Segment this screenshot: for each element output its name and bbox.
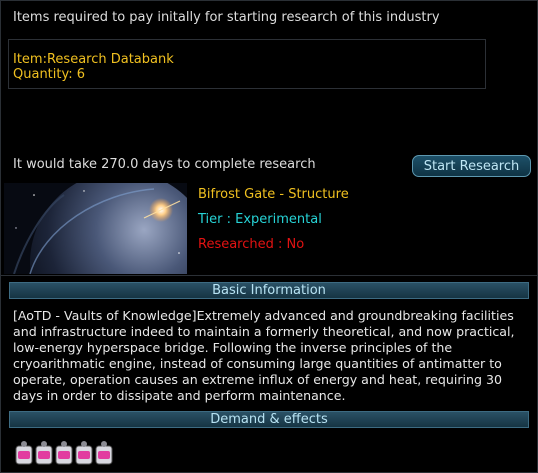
industry-title: Bifrost Gate - Structure xyxy=(198,187,349,202)
demand-effects-heading: Demand & effects xyxy=(9,411,529,428)
industry-research-panel: Items required to pay initally for start… xyxy=(0,0,538,473)
description-line: low-energy hyperspace bridge. Following … xyxy=(13,340,453,355)
description-line: days in order to dissipate and perform m… xyxy=(13,388,346,403)
divider xyxy=(1,275,537,276)
industry-researched-status: Researched : No xyxy=(198,237,305,252)
commodity-icon xyxy=(95,441,113,465)
commodity-icon xyxy=(15,441,33,465)
industry-description: [AoTD - Vaults of Knowledge]Extremely ad… xyxy=(13,308,533,404)
required-item-quantity: Quantity: 6 xyxy=(13,67,86,82)
commodity-icon xyxy=(35,441,53,465)
basic-information-heading: Basic Information xyxy=(9,282,529,299)
research-duration-text: It would take 270.0 days to complete res… xyxy=(13,157,316,172)
start-research-button[interactable]: Start Research xyxy=(412,155,531,177)
description-line: and infrastructure indeed to maintain a … xyxy=(13,324,515,339)
commodity-icon xyxy=(75,441,93,465)
bifrost-gate-planet-image xyxy=(4,183,187,274)
description-line: operate, operation causes an extreme inf… xyxy=(13,372,503,387)
description-line: [AoTD - Vaults of Knowledge]Extremely ad… xyxy=(13,308,514,323)
industry-tier: Tier : Experimental xyxy=(198,212,322,227)
description-line: cryoarithmatic engine, instead of consum… xyxy=(13,356,502,371)
commodity-icon xyxy=(55,441,73,465)
required-item-name: Item:Research Databank xyxy=(13,52,174,67)
requirements-header: Items required to pay initally for start… xyxy=(13,10,440,25)
commodity-stack-icon[interactable] xyxy=(14,436,124,468)
